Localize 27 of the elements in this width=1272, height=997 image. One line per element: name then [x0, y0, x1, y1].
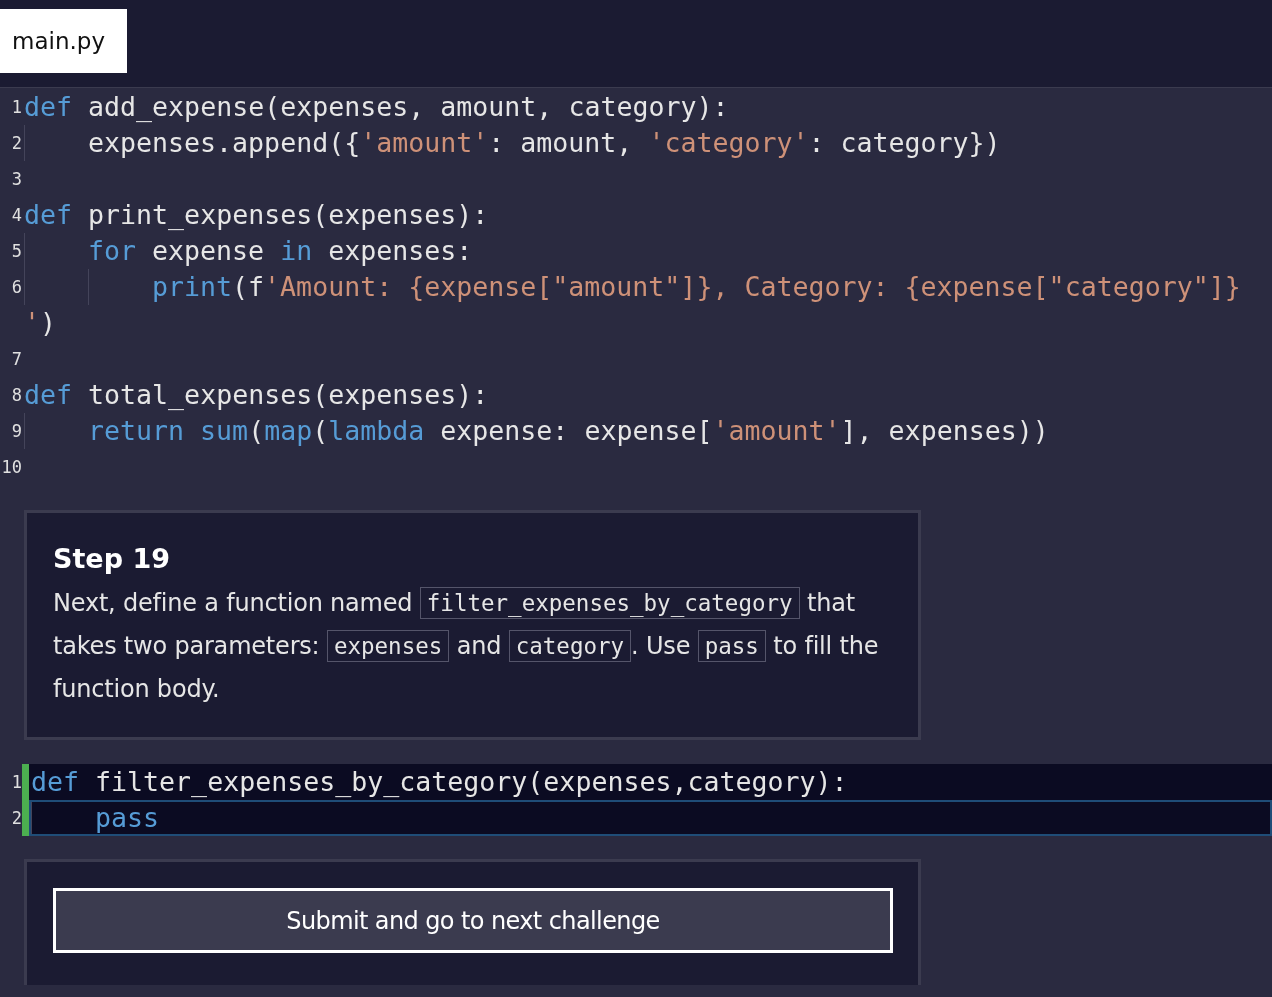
code-line: return sum(map(lambda expense: expense['amount'], expenses)) [24, 413, 1256, 449]
step-title: Step 19 [53, 543, 171, 574]
code-line: pass [31, 802, 1270, 834]
code-line: for expense in expenses: [24, 233, 1256, 269]
line-number: 1 [10, 96, 22, 119]
line-number: 5 [10, 240, 22, 263]
line-number: 2 [10, 807, 22, 830]
edited-marker [22, 764, 29, 836]
line-number: 10 [0, 456, 22, 479]
line-number: 2 [10, 132, 22, 155]
code-line: expenses.append({'amount': amount, 'category': category}) [24, 125, 1256, 161]
line-number: 1 [10, 771, 22, 794]
code-line: def total_expenses(expenses): [24, 378, 490, 412]
submit-button[interactable]: Submit and go to next challenge [53, 888, 893, 953]
line-number: 7 [10, 348, 22, 371]
line-number: 8 [10, 384, 22, 407]
line-number: 6 [10, 276, 22, 299]
line-number: 9 [10, 420, 22, 443]
code-line: def print_expenses(expenses): [24, 198, 490, 232]
line-number: 4 [10, 204, 22, 227]
code-line: def add_expense(expenses, amount, category): [24, 90, 730, 124]
answer-field[interactable]: def filter_expenses_by_category(expenses,category): pass [29, 764, 1272, 836]
code-line: def filter_expenses_by_category(expenses,category): [31, 766, 849, 798]
code-line: print(f'Amount: {expense["amount"]}, Category: {expense["category"]} ') [24, 269, 1242, 340]
file-tab[interactable]: main.py [0, 9, 127, 73]
line-number: 3 [10, 168, 22, 191]
instruction-text: Next, define a function named filter_expenses_by_category that takes two parameters: expenses and category . Use pass to fill the function body. [53, 586, 880, 705]
